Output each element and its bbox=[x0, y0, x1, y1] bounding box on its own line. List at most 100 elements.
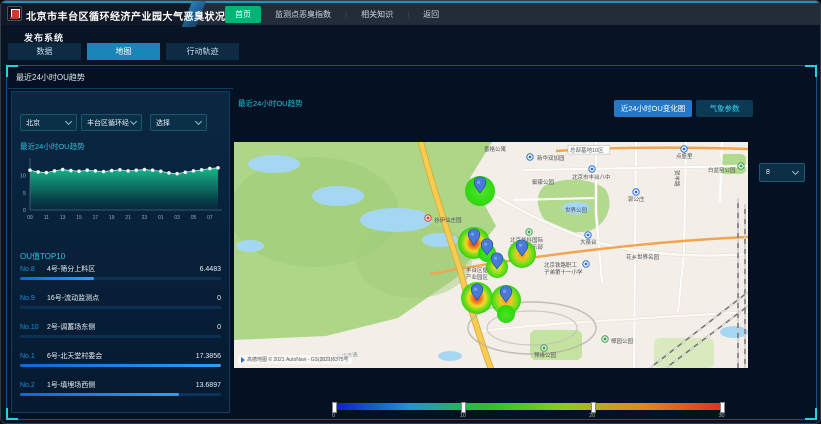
map-label: 世界公园 bbox=[565, 206, 588, 214]
nav-item-3[interactable]: 返回 bbox=[423, 9, 439, 20]
map-label: 樟园公园 bbox=[611, 337, 634, 345]
svg-text:01: 01 bbox=[158, 215, 164, 221]
nav-item-0[interactable]: 首页 bbox=[225, 6, 261, 23]
filter-select-1[interactable]: 丰台区循环经济产 bbox=[81, 114, 142, 131]
page-title: 北京市丰台区循环经济产业园大气恶臭状况实时 bbox=[26, 8, 247, 23]
map-label: 新华双加园 bbox=[537, 154, 565, 162]
map-attribution-text: 高德地图 © 2021 AutoNavi - GS(2021)6375号 bbox=[247, 356, 349, 363]
svg-text:15: 15 bbox=[76, 215, 82, 221]
svg-text:07: 07 bbox=[207, 215, 213, 221]
publish-tabs: 数据地图行动轨迹 bbox=[8, 43, 239, 60]
park-icon-core bbox=[740, 165, 743, 168]
ou-top-item-name: 6号-北天堂村委会 bbox=[47, 351, 196, 361]
heat-legend-marker bbox=[332, 402, 337, 413]
heat-blob-green bbox=[497, 305, 515, 323]
filter-select-2[interactable]: 选择 bbox=[150, 114, 207, 131]
ou-top-item-name: 1号-填埋场西侧 bbox=[47, 380, 196, 390]
trend-chart-title: 最近24小时OU趋势 bbox=[20, 141, 85, 152]
map-container[interactable]: 香格公寓 总部基地10区新华双加园御康公园世界公园 白盆窑公园北京市丰台八中 点盛里郭… bbox=[234, 142, 748, 368]
map-label: 点盛里 bbox=[676, 152, 693, 160]
panel-title-underline bbox=[8, 88, 233, 89]
ou-top-item-value: 0 bbox=[217, 295, 221, 302]
map-label: 花乡世界名园 bbox=[626, 253, 660, 261]
map-pin-highlight bbox=[503, 290, 506, 293]
map-label: 御康公园 bbox=[532, 178, 555, 186]
heat-legend-marker bbox=[720, 402, 725, 413]
ou-top-item-bar-track bbox=[20, 364, 221, 367]
filter-select-value-1: 丰台区循环经济产 bbox=[87, 118, 129, 128]
publish-tab-0[interactable]: 数据 bbox=[8, 43, 81, 60]
ou-top-item-line: No.102号-调蓄场东侧0 bbox=[20, 322, 221, 332]
filter-select-value-0: 北京 bbox=[26, 118, 40, 128]
map-label: 产业园区 bbox=[466, 273, 489, 281]
ou-top-item-line: No.916号-流动监测点0 bbox=[20, 293, 221, 303]
park-icon-core bbox=[543, 347, 546, 350]
metro-icon-core bbox=[591, 168, 594, 171]
main-panel: 最近24小时OU趋势 北京 丰台区循环经济产 选择 最近24小时OU趋势 0 5 10 0… bbox=[6, 65, 817, 420]
ou-trend-chart: 0510091113151719212301030507 bbox=[14, 152, 228, 234]
metro-icon-core bbox=[529, 156, 532, 159]
weather-params-button[interactable]: 气象参数 bbox=[696, 100, 753, 117]
map-label: 郭公庄 bbox=[628, 195, 645, 203]
chevron-down-icon bbox=[792, 168, 799, 175]
svg-text:5: 5 bbox=[23, 191, 26, 197]
heat-legend-tick-label: 0 bbox=[322, 413, 346, 419]
ou-top-item: No.21号-填埋场西侧13.6897 bbox=[20, 380, 221, 407]
ou-top-item-value: 13.6897 bbox=[196, 382, 221, 389]
heat-legend-bar bbox=[332, 403, 722, 410]
ou-top-item-bar-track bbox=[20, 306, 221, 309]
filter-select-0[interactable]: 北京 bbox=[20, 114, 77, 131]
app-window: 北京市丰台区循环经济产业园大气恶臭状况实时 首页监测点恶臭指数|相关知识|返回 … bbox=[0, 0, 821, 424]
ou-top-item: No.916号-流动监测点0 bbox=[20, 293, 221, 320]
ou-top-item-value: 6.4483 bbox=[200, 266, 221, 273]
ou-trend-chart-wrap: 0510091113151719212301030507 bbox=[14, 152, 228, 234]
ou-top-item-line: No.84号-筛分上料区6.4483 bbox=[20, 264, 221, 274]
app-logo bbox=[7, 6, 22, 21]
map-attribution: 高德地图 © 2021 AutoNavi - GS(2021)6375号 bbox=[238, 355, 352, 364]
map-label: 子弟第十一小学 bbox=[544, 268, 583, 276]
ou-top-item-name: 4号-筛分上料区 bbox=[47, 264, 200, 274]
ou-top-item: No.84号-筛分上料区6.4483 bbox=[20, 264, 221, 291]
map-canvas[interactable]: 香格公寓 总部基地10区新华双加园御康公园世界公园 白盆窑公园北京市丰台八中 点盛里郭… bbox=[234, 142, 748, 368]
map-pin-highlight bbox=[474, 288, 477, 291]
ou-top-item-rank: No.8 bbox=[20, 266, 47, 273]
map-mini-select[interactable]: 8 bbox=[759, 163, 805, 182]
ou-top-item: No.16号-北天堂村委会17.3856 bbox=[20, 351, 221, 378]
map-label: 香格公寓 bbox=[484, 145, 507, 153]
nav-item-1[interactable]: 监测点恶臭指数 bbox=[275, 9, 331, 20]
map-pin-highlight bbox=[519, 244, 522, 247]
map-mini-select-value: 8 bbox=[766, 169, 770, 176]
metro-icon-core bbox=[587, 234, 590, 237]
nav-separator: | bbox=[345, 10, 347, 19]
ou-top-item-value: 17.3856 bbox=[196, 353, 221, 360]
svg-text:21: 21 bbox=[125, 215, 131, 221]
heat-legend-marker bbox=[461, 402, 466, 413]
map-label: 白盆窑公园 bbox=[708, 166, 736, 174]
ou-top-item-line: No.16号-北天堂村委会17.3856 bbox=[20, 351, 221, 361]
chevron-down-icon bbox=[195, 118, 202, 125]
heat-legend-tick-label: 30 bbox=[710, 413, 734, 419]
ou-change-map-button[interactable]: 近24小时OU变化图 bbox=[614, 100, 692, 117]
svg-text:19: 19 bbox=[109, 215, 115, 221]
metro-icon-core bbox=[683, 148, 686, 151]
panel-title: 最近24小时OU趋势 bbox=[16, 72, 85, 83]
ou-top-item-name: 16号-流动监测点 bbox=[47, 293, 217, 303]
ou-top-title: OU值TOP10 bbox=[20, 251, 65, 262]
publish-tab-1[interactable]: 地图 bbox=[87, 43, 160, 60]
map-label: 谷伊仙庄园 bbox=[434, 216, 462, 224]
map-label: 大葆台 bbox=[580, 238, 597, 246]
header-bar: 北京市丰台区循环经济产业园大气恶臭状况实时 首页 监测点恶臭指数 | 相关知识 | 返回 bbox=[1, 1, 820, 25]
map-label: 北京铁路职工 bbox=[544, 261, 578, 269]
svg-text:13: 13 bbox=[60, 215, 66, 221]
svg-text:03: 03 bbox=[174, 215, 180, 221]
filter-select-value-2: 选择 bbox=[156, 118, 170, 128]
publish-tab-2[interactable]: 行动轨迹 bbox=[166, 43, 239, 60]
ou-top-item-bar-track bbox=[20, 393, 221, 396]
map-section-label: 最近24小时OU趋势 bbox=[238, 98, 303, 109]
map-label: 总部基地10区 bbox=[570, 146, 604, 154]
map-label: 北京市丰台八中 bbox=[572, 173, 611, 181]
nav-separator: | bbox=[407, 10, 409, 19]
nav-item-2[interactable]: 相关知识 bbox=[361, 9, 393, 20]
ou-top-item-bar-track bbox=[20, 335, 221, 338]
heat-legend-tick-label: 10 bbox=[451, 413, 475, 419]
